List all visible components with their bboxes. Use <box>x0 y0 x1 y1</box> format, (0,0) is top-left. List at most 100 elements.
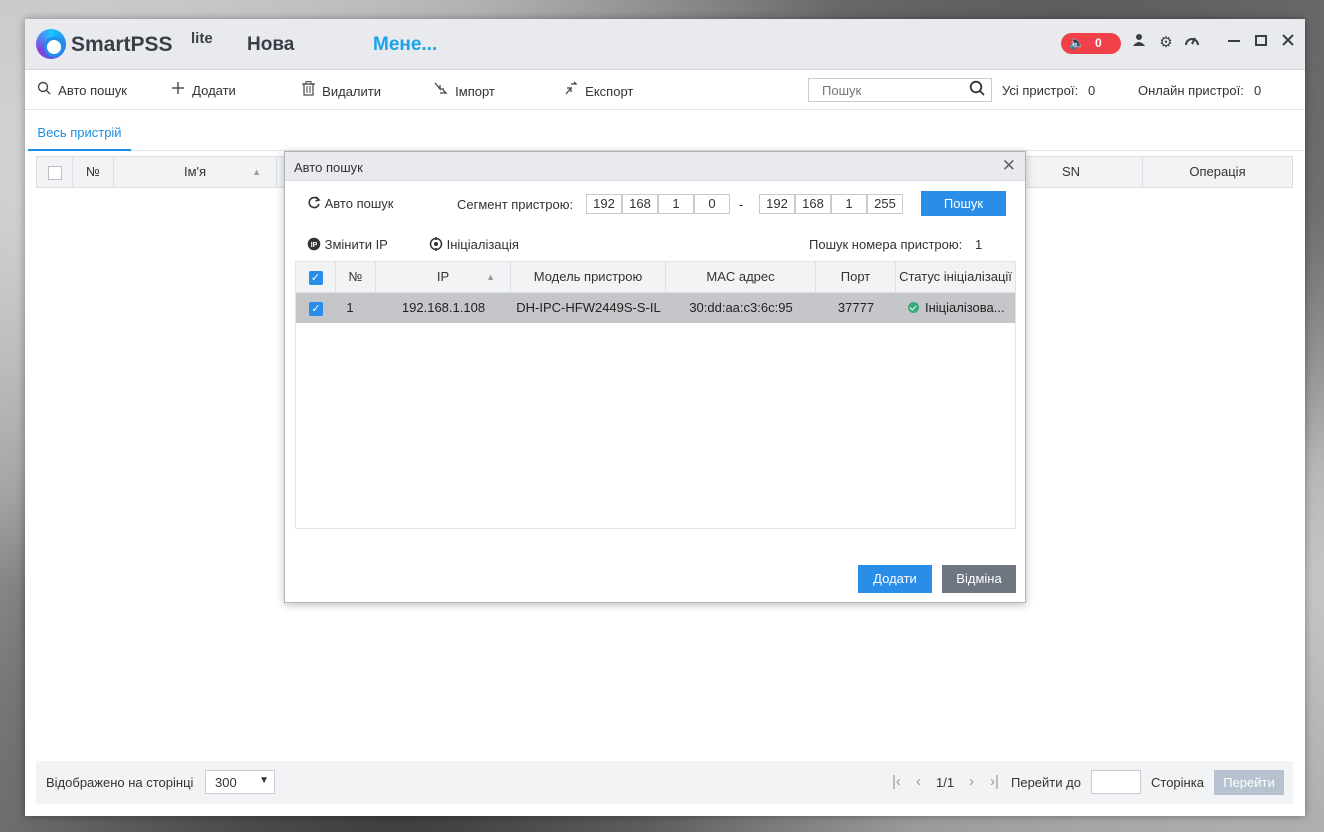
toolbar: Авто пошук Додати Видалити Імпорт Експор… <box>25 70 1305 110</box>
ip-end-octet-3[interactable]: 1 <box>831 194 867 214</box>
initialize-button[interactable]: Ініціалізація <box>429 237 519 252</box>
per-page-select[interactable]: 300 ▼ <box>205 770 275 794</box>
performance-gauge-icon[interactable] <box>1182 33 1202 53</box>
ip-icon: IP <box>307 237 325 252</box>
auto-search-dialog: Авто пошук ✕ Авто пошук Сегмент пристрою… <box>284 151 1026 603</box>
row-port: 37777 <box>837 300 875 315</box>
app-name: SmartPSS <box>71 33 173 56</box>
dialog-title-bar: Авто пошук ✕ <box>285 152 1025 181</box>
dialog-close-icon[interactable]: ✕ <box>1002 156 1016 176</box>
delete-button[interactable]: Видалити <box>302 81 381 100</box>
device-search-field[interactable] <box>808 78 992 102</box>
ip-start-octet-3[interactable]: 1 <box>658 194 694 214</box>
app-logo-icon <box>36 29 66 59</box>
column-header-model: Модель пристрою <box>511 262 666 292</box>
all-devices-label: Усі пристрої: <box>1002 83 1079 98</box>
auto-search-button[interactable]: Авто пошук <box>37 81 127 99</box>
ip-start-octet-2[interactable]: 168 <box>622 194 658 214</box>
import-label: Імпорт <box>455 84 495 99</box>
pagination-bar: Відображено на сторінці 300 ▼ |‹ ‹ 1/1 ›… <box>36 761 1293 804</box>
table-row[interactable]: ✓ 1 192.168.1.108 DH-IPC-HFW2449S-S-IL 3… <box>296 293 1015 323</box>
ip-end-octet-4[interactable]: 255 <box>867 194 903 214</box>
tab-all-devices[interactable]: Весь пристрій <box>28 111 131 151</box>
page-label: Сторінка <box>1151 775 1204 790</box>
row-checkbox-cell[interactable]: ✓ <box>296 293 336 323</box>
select-all-found-cell[interactable]: ✓ <box>296 262 336 292</box>
per-page-value: 300 <box>215 775 237 790</box>
app-name-superscript: lite <box>191 30 213 47</box>
user-icon[interactable] <box>1129 33 1149 53</box>
change-ip-label: Змінити IP <box>324 237 388 252</box>
goto-button[interactable]: Перейти <box>1214 770 1284 795</box>
row-checkbox[interactable]: ✓ <box>309 301 323 316</box>
next-page-icon[interactable]: › <box>969 773 974 790</box>
column-header-operation: Операція <box>1189 164 1246 179</box>
close-icon[interactable] <box>1278 33 1298 53</box>
column-header-no: № <box>336 262 376 292</box>
tab-menu[interactable]: Мене... <box>373 34 437 56</box>
ip-start-octet-4[interactable]: 0 <box>694 194 730 214</box>
row-mac: 30:dd:aa:c3:6c:95 <box>689 300 793 315</box>
delete-label: Видалити <box>322 84 381 99</box>
column-name-label: Ім'я <box>183 164 207 179</box>
found-devices-table: ✓ № IP ▲ Модель пристрою MAC адрес Порт С… <box>295 261 1016 529</box>
goto-page-input[interactable] <box>1091 770 1141 794</box>
import-button[interactable]: Імпорт <box>433 81 495 100</box>
search-button[interactable]: Пошук <box>921 191 1006 216</box>
export-icon <box>563 81 582 100</box>
found-devices-count: 1 <box>975 237 983 252</box>
speaker-icon: 🔈 <box>1069 35 1086 50</box>
search-input[interactable] <box>809 79 959 101</box>
chevron-down-icon: ▼ <box>259 775 269 786</box>
ip-end-octet-2[interactable]: 168 <box>795 194 831 214</box>
first-page-icon[interactable]: |‹ <box>892 773 901 790</box>
row-no: 1 <box>346 300 354 315</box>
row-ip: 192.168.1.108 <box>401 300 486 315</box>
found-devices-header: ✓ № IP ▲ Модель пристрою MAC адрес Порт С… <box>296 262 1015 293</box>
page-indicator: 1/1 <box>936 775 955 790</box>
ip-start-octet-1[interactable]: 192 <box>586 194 622 214</box>
segment-label: Сегмент пристрою: <box>457 197 574 212</box>
auto-search-toggle[interactable]: Авто пошук <box>307 196 393 211</box>
initialize-icon <box>429 237 447 252</box>
select-all-found-checkbox[interactable]: ✓ <box>308 270 323 285</box>
gear-icon[interactable]: ⚙ <box>1156 33 1176 53</box>
add-label: Додати <box>192 83 236 98</box>
ip-end-octet-1[interactable]: 192 <box>759 194 795 214</box>
row-init-status-text: Ініціалізова... <box>925 300 1005 315</box>
column-header-ip[interactable]: IP ▲ <box>376 262 511 292</box>
svg-text:IP: IP <box>311 242 318 249</box>
change-ip-button[interactable]: IP Змінити IP <box>307 237 388 252</box>
found-devices-label: Пошук номера пристрою: <box>809 237 963 252</box>
alarm-count: 0 <box>1095 36 1102 50</box>
export-button[interactable]: Експорт <box>563 81 633 100</box>
column-header-init-status: Статус ініціалізації <box>899 269 1012 284</box>
add-button[interactable]: Додати <box>858 565 932 593</box>
cancel-button[interactable]: Відміна <box>942 565 1016 593</box>
range-dash: - <box>739 197 744 212</box>
column-header-name[interactable]: Ім'я ▲ <box>114 157 277 187</box>
all-devices-count: 0 <box>1088 83 1096 98</box>
search-icon <box>37 81 55 99</box>
device-group-tabs: Весь пристрій <box>25 111 1305 151</box>
add-button[interactable]: Додати <box>171 81 236 99</box>
prev-page-icon[interactable]: ‹ <box>916 773 921 790</box>
column-header-mac: MAC адрес <box>666 262 816 292</box>
trash-icon <box>302 81 319 100</box>
title-bar: SmartPSS lite Нова Мене... 🔈 0 ⚙ <box>25 19 1305 70</box>
initialize-label: Ініціалізація <box>446 237 519 252</box>
select-all-checkbox-cell[interactable] <box>37 157 73 187</box>
dialog-title: Авто пошук <box>294 160 363 175</box>
refresh-icon <box>307 196 325 211</box>
auto-search-label: Авто пошук <box>58 83 127 98</box>
online-devices-label: Онлайн пристрої: <box>1138 83 1244 98</box>
maximize-icon[interactable] <box>1251 33 1271 53</box>
minimize-icon[interactable] <box>1224 33 1244 53</box>
search-icon[interactable] <box>969 80 985 101</box>
alarm-badge[interactable]: 🔈 0 <box>1061 33 1121 54</box>
last-page-icon[interactable]: ›| <box>990 773 999 790</box>
tab-new[interactable]: Нова <box>247 34 294 56</box>
select-all-checkbox[interactable] <box>47 165 62 180</box>
row-model: DH-IPC-HFW2449S-S-IL <box>516 300 661 315</box>
per-page-label: Відображено на сторінці <box>46 775 194 790</box>
